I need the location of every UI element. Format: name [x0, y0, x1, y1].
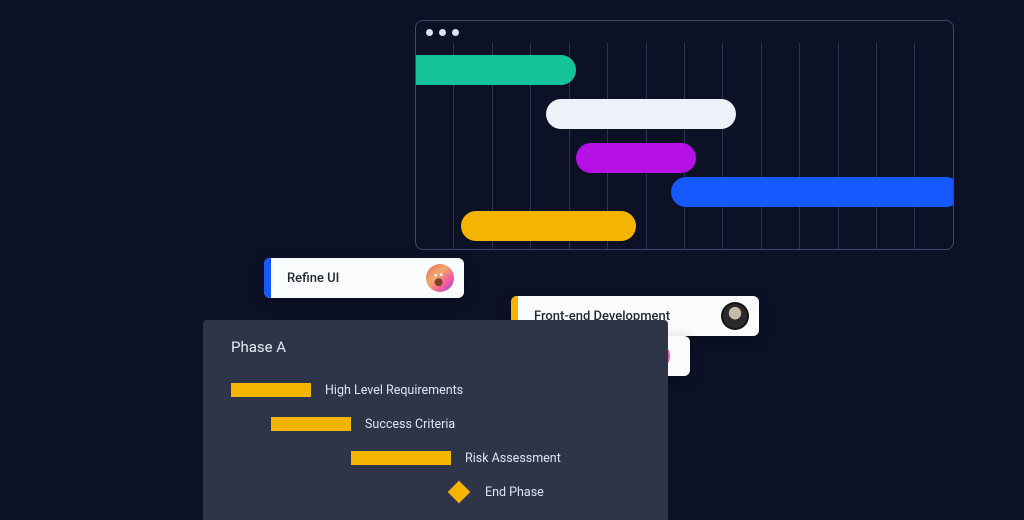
- phase-label: Success Criteria: [365, 417, 455, 432]
- window-dot-icon: [426, 29, 433, 36]
- window-titlebar: [416, 21, 953, 43]
- phase-row: High Level Requirements: [231, 378, 640, 402]
- avatar: [721, 302, 749, 330]
- phase-bar: [231, 383, 311, 397]
- gantt-bar: [576, 143, 696, 173]
- gantt-bar: [415, 55, 576, 85]
- task-card-refine[interactable]: Refine UI: [264, 258, 464, 298]
- phase-panel: Phase A High Level Requirements Success C…: [203, 320, 668, 520]
- milestone-icon: [448, 481, 471, 504]
- window-dot-icon: [439, 29, 446, 36]
- avatar: [426, 264, 454, 292]
- task-stripe: [264, 258, 271, 298]
- phase-label: End Phase: [485, 485, 544, 500]
- phase-label: High Level Requirements: [325, 383, 463, 398]
- window-dot-icon: [452, 29, 459, 36]
- phase-row: Success Criteria: [231, 412, 640, 436]
- gantt-bar: [546, 99, 736, 129]
- task-label: Refine UI: [271, 271, 426, 286]
- phase-bar: [271, 417, 351, 431]
- gantt-window: [415, 20, 954, 250]
- phase-bar: [351, 451, 451, 465]
- phase-title: Phase A: [231, 338, 640, 356]
- gantt-bars: [416, 43, 953, 249]
- phase-label: Risk Assessment: [465, 451, 561, 466]
- gantt-bar: [461, 211, 636, 241]
- phase-row: Risk Assessment: [231, 446, 640, 470]
- gantt-bar: [671, 177, 954, 207]
- phase-row: End Phase: [231, 480, 640, 504]
